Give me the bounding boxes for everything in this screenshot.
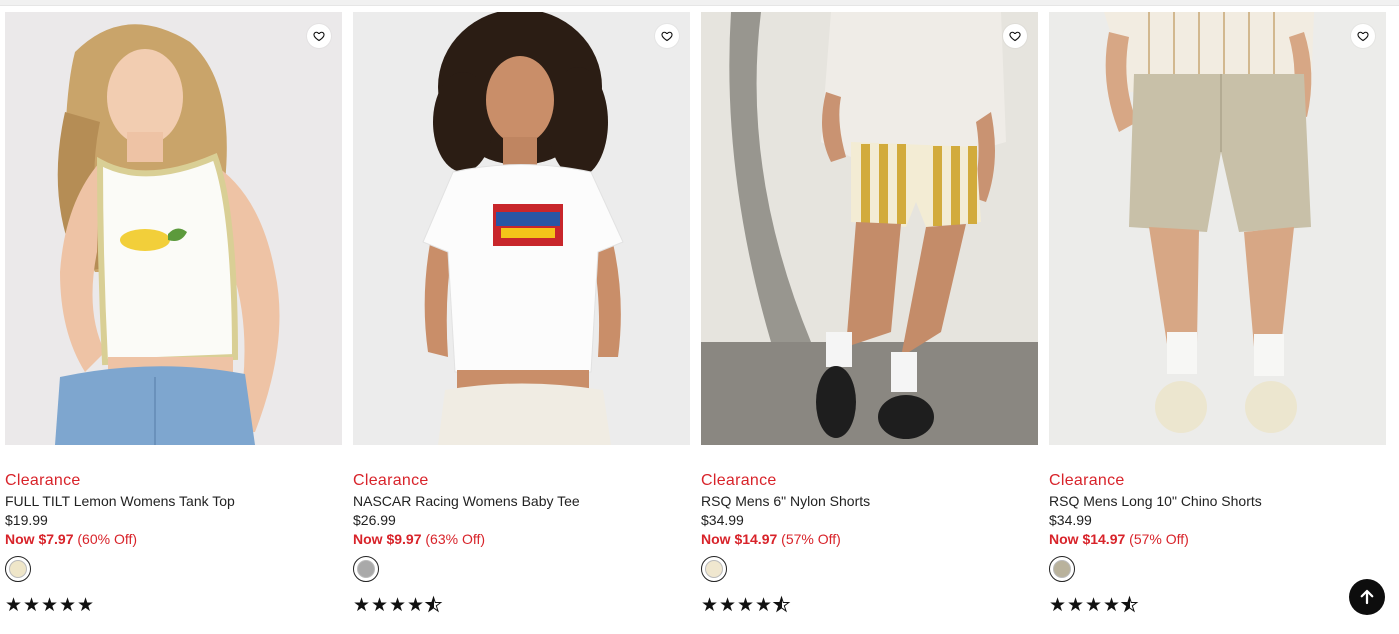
star-icon: ★ xyxy=(353,594,371,616)
star-icon: ★ xyxy=(701,594,719,616)
woman-nascar-baby-tee-image[interactable] xyxy=(353,12,690,445)
woman-lemon-tank-top-image[interactable] xyxy=(5,12,342,445)
star-rating: ★ ★ ★ ★ ★ xyxy=(353,594,690,616)
product-info: Clearance RSQ Mens Long 10" Chino Shorts… xyxy=(1049,445,1386,616)
product-image[interactable] xyxy=(1049,12,1386,445)
product-card: Clearance RSQ Mens 6" Nylon Shorts $34.9… xyxy=(701,12,1038,616)
top-divider xyxy=(0,0,1399,6)
product-image[interactable] xyxy=(5,12,342,445)
color-swatch[interactable] xyxy=(5,556,31,582)
swatch-color xyxy=(1053,560,1071,578)
star-icon: ★ xyxy=(389,594,407,616)
star-icon: ★ xyxy=(59,594,77,616)
star-icon: ★ xyxy=(1085,594,1103,616)
color-swatch[interactable] xyxy=(701,556,727,582)
product-card: Clearance RSQ Mens Long 10" Chino Shorts… xyxy=(1049,12,1386,616)
heart-icon xyxy=(661,31,673,42)
heart-icon xyxy=(1009,31,1021,42)
star-icon: ★ xyxy=(23,594,41,616)
product-info: Clearance NASCAR Racing Womens Baby Tee … xyxy=(353,445,690,616)
arrow-up-icon xyxy=(1360,589,1374,605)
favorite-button[interactable] xyxy=(1351,24,1375,48)
sale-price: Now $14.97 (57% Off) xyxy=(1049,530,1386,549)
product-card: Clearance FULL TILT Lemon Womens Tank To… xyxy=(5,12,342,616)
discount-percent: (57% Off) xyxy=(1129,531,1189,547)
swatch-color xyxy=(357,560,375,578)
sale-now-price: Now $7.97 xyxy=(5,531,74,547)
discount-percent: (60% Off) xyxy=(77,531,138,547)
swatch-color xyxy=(9,560,27,578)
favorite-button[interactable] xyxy=(655,24,679,48)
sale-now-price: Now $9.97 xyxy=(353,531,422,547)
heart-icon xyxy=(313,31,325,42)
star-icon: ★ xyxy=(77,594,95,616)
heart-icon xyxy=(1357,31,1369,42)
star-icon: ★ xyxy=(1121,595,1139,615)
man-striped-nylon-shorts-image[interactable] xyxy=(701,12,1038,445)
clearance-badge: Clearance xyxy=(701,472,777,489)
star-icon: ★ xyxy=(371,594,389,616)
product-image[interactable] xyxy=(353,12,690,445)
product-name[interactable]: FULL TILT Lemon Womens Tank Top xyxy=(5,492,342,511)
sale-price: Now $14.97 (57% Off) xyxy=(701,530,1038,549)
favorite-button[interactable] xyxy=(307,24,331,48)
product-info: Clearance FULL TILT Lemon Womens Tank To… xyxy=(5,445,342,616)
swatch-color xyxy=(705,560,723,578)
product-name[interactable]: RSQ Mens Long 10" Chino Shorts xyxy=(1049,492,1386,511)
star-icon: ★ xyxy=(5,594,23,616)
man-khaki-chino-shorts-image[interactable] xyxy=(1049,12,1386,445)
clearance-badge: Clearance xyxy=(1049,472,1125,489)
star-icon: ★ xyxy=(1049,594,1067,616)
star-rating: ★ ★ ★ ★ ★ xyxy=(701,594,1038,616)
product-image[interactable] xyxy=(701,12,1038,445)
star-icon: ★ xyxy=(737,594,755,616)
original-price: $26.99 xyxy=(353,512,396,528)
color-swatch[interactable] xyxy=(353,556,379,582)
star-icon: ★ xyxy=(755,594,773,616)
sale-now-price: Now $14.97 xyxy=(1049,531,1126,547)
star-icon: ★ xyxy=(1067,594,1085,616)
clearance-badge: Clearance xyxy=(5,472,81,489)
star-icon: ★ xyxy=(1103,594,1121,616)
favorite-button[interactable] xyxy=(1003,24,1027,48)
star-icon: ★ xyxy=(773,595,791,615)
star-icon: ★ xyxy=(41,594,59,616)
discount-percent: (63% Off) xyxy=(425,531,486,547)
star-icon: ★ xyxy=(407,594,425,616)
product-card: Clearance NASCAR Racing Womens Baby Tee … xyxy=(353,12,690,616)
original-price: $19.99 xyxy=(5,512,48,528)
sale-now-price: Now $14.97 xyxy=(701,531,778,547)
clearance-badge: Clearance xyxy=(353,472,429,489)
color-swatch[interactable] xyxy=(1049,556,1075,582)
original-price: $34.99 xyxy=(701,512,744,528)
star-icon: ★ xyxy=(425,595,443,615)
sale-price: Now $7.97 (60% Off) xyxy=(5,530,342,549)
original-price: $34.99 xyxy=(1049,512,1092,528)
back-to-top-button[interactable] xyxy=(1349,579,1385,615)
sale-price: Now $9.97 (63% Off) xyxy=(353,530,690,549)
star-icon: ★ xyxy=(719,594,737,616)
discount-percent: (57% Off) xyxy=(781,531,841,547)
product-name[interactable]: RSQ Mens 6" Nylon Shorts xyxy=(701,492,1038,511)
product-info: Clearance RSQ Mens 6" Nylon Shorts $34.9… xyxy=(701,445,1038,616)
star-rating: ★ ★ ★ ★ ★ xyxy=(5,594,342,616)
product-name[interactable]: NASCAR Racing Womens Baby Tee xyxy=(353,492,690,511)
star-rating: ★ ★ ★ ★ ★ xyxy=(1049,594,1386,616)
